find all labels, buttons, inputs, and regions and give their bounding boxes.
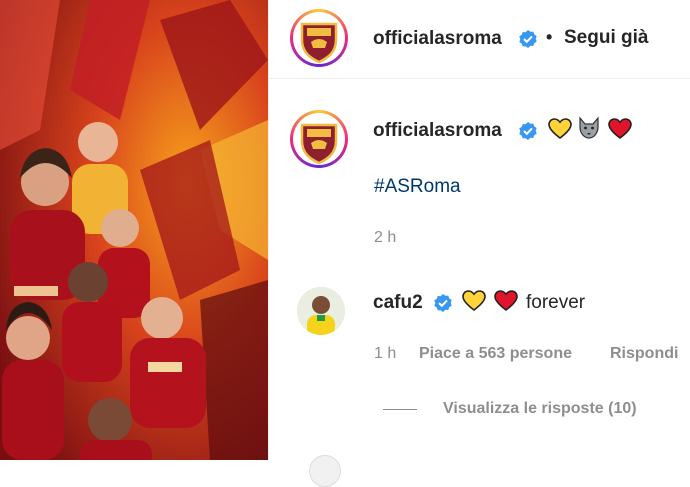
author-avatar[interactable] xyxy=(290,9,348,67)
comment-author-username[interactable]: cafu2 xyxy=(373,292,423,314)
hashtag-link[interactable]: #ASRoma xyxy=(374,176,461,198)
post-author-username[interactable]: officialasroma xyxy=(373,28,502,50)
verified-badge-icon xyxy=(434,294,452,312)
caption-author-avatar[interactable] xyxy=(290,110,348,168)
post-header: officialasroma • Segui già xyxy=(269,0,690,79)
wolf-icon xyxy=(579,116,599,139)
comment-author-avatar[interactable] xyxy=(297,287,345,335)
verified-badge-icon xyxy=(519,30,537,48)
caption-timestamp[interactable]: 2 h xyxy=(374,229,396,247)
separator-dot: • xyxy=(546,27,553,47)
caption-author-username[interactable]: officialasroma xyxy=(373,120,502,142)
yellow-heart-icon xyxy=(462,290,486,312)
commenter-photo xyxy=(297,287,345,335)
view-replies-button[interactable]: Visualizza le risposte (10) xyxy=(443,400,637,418)
following-button[interactable]: Segui già xyxy=(564,27,648,49)
verified-badge-icon xyxy=(519,122,537,140)
as-roma-crest-icon xyxy=(300,123,338,165)
post-image-illustration xyxy=(0,0,268,460)
red-heart-icon xyxy=(608,118,632,140)
comment-likes-count[interactable]: Piace a 563 persone xyxy=(419,345,572,363)
red-heart-icon xyxy=(494,290,518,312)
yellow-heart-icon xyxy=(548,118,572,140)
comment-timestamp[interactable]: 1 h xyxy=(374,345,396,363)
reply-button[interactable]: Rispondi xyxy=(610,345,678,363)
comment-text: forever xyxy=(526,292,586,313)
replies-divider-line xyxy=(383,409,417,410)
post-image[interactable] xyxy=(0,0,268,460)
as-roma-crest-icon xyxy=(300,22,338,64)
post-details-panel: officialasroma • Segui già officialasrom… xyxy=(269,0,690,487)
